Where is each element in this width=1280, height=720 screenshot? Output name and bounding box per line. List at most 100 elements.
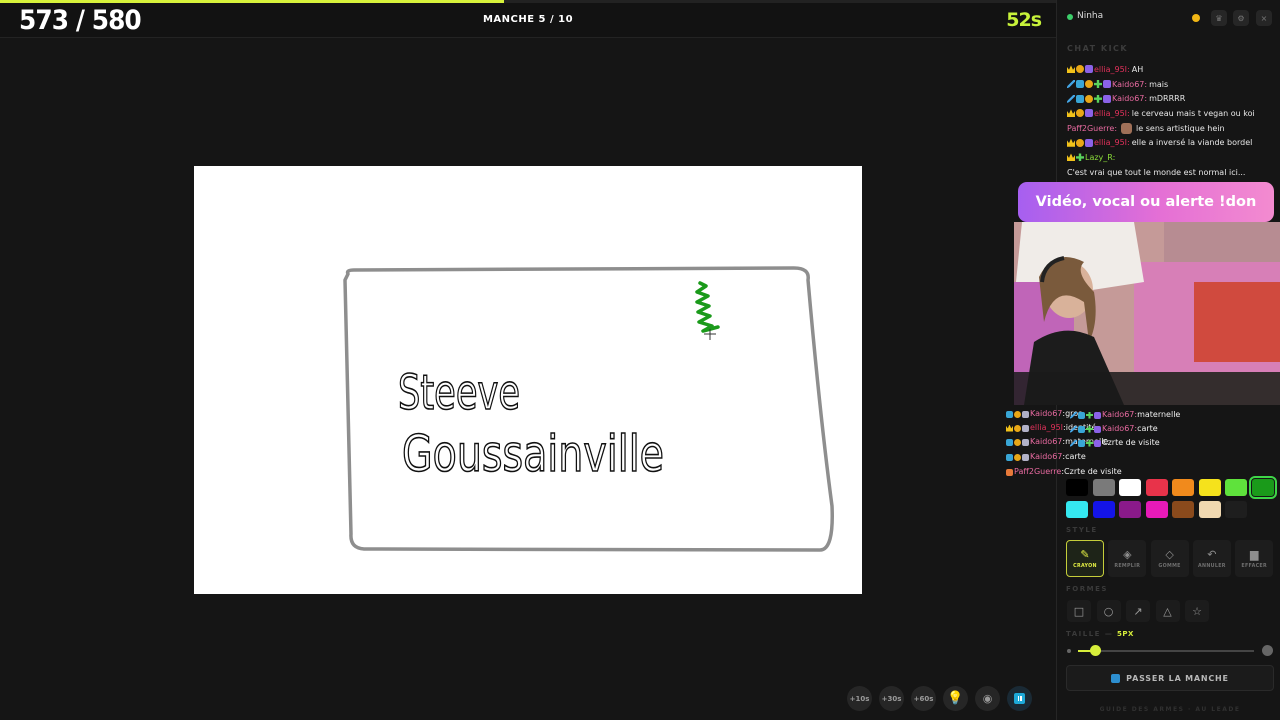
coin-badge-icon	[1014, 438, 1021, 446]
emote-icon	[1121, 122, 1133, 134]
tool-label: REMPLIR	[1114, 563, 1141, 569]
grid-badge-icon	[1076, 80, 1084, 89]
tool-gomme-button[interactable]: ◇ GOMME	[1150, 540, 1189, 577]
top-bar: 573 / 580 MANCHE 5 / 10 52s	[0, 3, 1056, 38]
gem-badge-icon	[1094, 411, 1101, 419]
plus-badge-icon	[1076, 153, 1084, 162]
skip-round-button[interactable]: PASSER LA MANCHE	[1066, 665, 1274, 691]
color-swatch[interactable]	[1198, 479, 1221, 496]
color-swatch[interactable]	[1145, 501, 1168, 518]
shape-triangle-icon[interactable]: △	[1155, 600, 1180, 622]
chat-username: Lazy_R:	[1085, 152, 1116, 162]
chat-message: Lazy_R:	[1067, 150, 1280, 165]
canvas-text-line2: Goussainville	[402, 425, 664, 483]
chat-text: le sens artistique hein	[1136, 123, 1225, 133]
chat-message: ellia_95I: elle a inversé la viande borde…	[1067, 135, 1280, 150]
drawing-canvas[interactable]: Steeve Goussainville	[194, 166, 862, 594]
color-swatch[interactable]	[1145, 479, 1168, 496]
tool-gomme-icon: ◇	[1165, 547, 1174, 561]
color-swatch[interactable]	[1172, 501, 1194, 518]
chat-text: AH	[1131, 64, 1144, 74]
chat-heading: CHAT KICK	[1067, 44, 1129, 53]
min-size-dot	[1067, 649, 1071, 653]
chat-username: Kaido67	[1030, 409, 1063, 418]
color-swatch[interactable]	[1225, 501, 1247, 518]
skip-round-label: PASSER LA MANCHE	[1126, 673, 1229, 683]
size-value: 5PX	[1117, 630, 1134, 638]
coin-badge-icon	[1014, 424, 1021, 432]
plus-badge-icon	[1086, 439, 1093, 447]
hint-bulb-icon[interactable]: 💡	[943, 686, 968, 711]
chat-text: C'est vrai que tout le monde est normal …	[1067, 167, 1246, 177]
chat-message: Paff2Guerre: le sens artistique hein	[1067, 121, 1280, 136]
chat-username: Kaido67:	[1112, 79, 1148, 89]
chat-text: carte	[1137, 424, 1158, 433]
eye-icon[interactable]: ◉	[975, 686, 1000, 711]
tool-remplir-button[interactable]: ◈ REMPLIR	[1108, 540, 1147, 577]
grid-badge-icon	[1006, 453, 1013, 461]
coin-badge-icon	[1076, 109, 1084, 118]
coin-badge-icon	[1076, 138, 1084, 147]
overlay-chat-message: Kaido67: carte	[1070, 423, 1158, 435]
gem-badge-icon	[1103, 94, 1111, 103]
chat-text: elle a inversé la viande bordel	[1131, 138, 1253, 148]
color-swatch[interactable]	[1248, 476, 1277, 499]
tool-label: ANNULER	[1198, 563, 1226, 569]
color-swatch[interactable]	[1092, 479, 1115, 496]
tool-label: EFFACER	[1241, 563, 1267, 569]
chat-text: :carte	[1062, 452, 1086, 461]
crown-badge-icon	[1067, 65, 1075, 74]
timer: 52s	[1006, 9, 1042, 31]
color-swatch[interactable]	[1119, 479, 1141, 496]
chat-message: Kaido67: mDRRRR	[1067, 91, 1280, 106]
tool-annuler-button[interactable]: ↶ ANNULER	[1192, 540, 1231, 577]
chat-username: Paff2Guerre:	[1067, 123, 1118, 133]
chat-username: Kaido67	[1030, 437, 1063, 446]
shape-rectangle-icon[interactable]: □	[1067, 600, 1091, 622]
chat-username: Kaido67	[1030, 452, 1063, 461]
chat-list: ellia_95I: AH Kaido67: mais Kaido67: mDRRRR el…	[1067, 62, 1280, 180]
close-icon[interactable]: ×	[1256, 10, 1272, 26]
overlay-chat-message: Kaido67: maternelle	[1070, 409, 1180, 421]
chat-username: ellia_95I:	[1094, 108, 1130, 118]
color-swatch[interactable]	[1225, 479, 1247, 496]
plus-badge-icon	[1094, 80, 1102, 89]
size-slider-track[interactable]	[1078, 650, 1254, 652]
pause-button[interactable]	[1007, 686, 1032, 711]
crown-icon[interactable]: ♛	[1211, 10, 1227, 26]
color-swatch[interactable]	[1119, 501, 1141, 518]
tool-remplir-icon: ◈	[1123, 547, 1132, 561]
tool-crayon-icon: ✎	[1080, 547, 1090, 561]
color-swatch[interactable]	[1092, 501, 1115, 518]
shape-arrow-icon[interactable]: ↗	[1126, 600, 1150, 622]
add-30s-button[interactable]: +30s	[879, 686, 904, 711]
max-size-dot	[1262, 645, 1273, 656]
tool-effacer-button[interactable]: ▆ EFFACER	[1235, 540, 1274, 577]
coin-icon[interactable]	[1188, 10, 1204, 26]
chat-username: ellia_95I:	[1094, 138, 1130, 148]
add-60s-button[interactable]: +60s	[911, 686, 936, 711]
shield-badge-icon	[1022, 424, 1029, 432]
color-swatch[interactable]	[1066, 501, 1088, 518]
color-swatch[interactable]	[1066, 479, 1088, 496]
plus-badge-icon	[1086, 411, 1093, 419]
shape-ellipse-icon[interactable]: ○	[1096, 600, 1121, 622]
crown-badge-icon	[1067, 109, 1075, 118]
shape-star-icon[interactable]: ☆	[1185, 600, 1209, 622]
tool-crayon-button[interactable]: ✎ CRAYON	[1066, 540, 1104, 577]
style-label: STYLE	[1066, 526, 1098, 534]
color-swatch[interactable]	[1198, 501, 1221, 518]
chat-message: C'est vrai que tout le monde est normal …	[1067, 165, 1280, 180]
chat-text: mDRRRR	[1149, 94, 1186, 104]
grid-badge-icon	[1078, 439, 1085, 447]
chat-username: ellia_95I	[1030, 423, 1064, 432]
color-swatch[interactable]	[1172, 479, 1194, 496]
shield-badge-icon	[1022, 453, 1029, 461]
add-10s-button[interactable]: +10s	[847, 686, 872, 711]
sword-badge-icon	[1067, 80, 1075, 89]
footer-hint: GUIDE DES ARMES · AU LEADE	[1099, 706, 1241, 713]
gear-icon[interactable]: ⚙	[1233, 10, 1249, 26]
overlay-chat-message: Paff2Guerre:Czrte de visite	[1006, 466, 1122, 478]
shield-badge-icon	[1022, 438, 1029, 446]
size-label: TAILLE —	[1066, 630, 1114, 638]
